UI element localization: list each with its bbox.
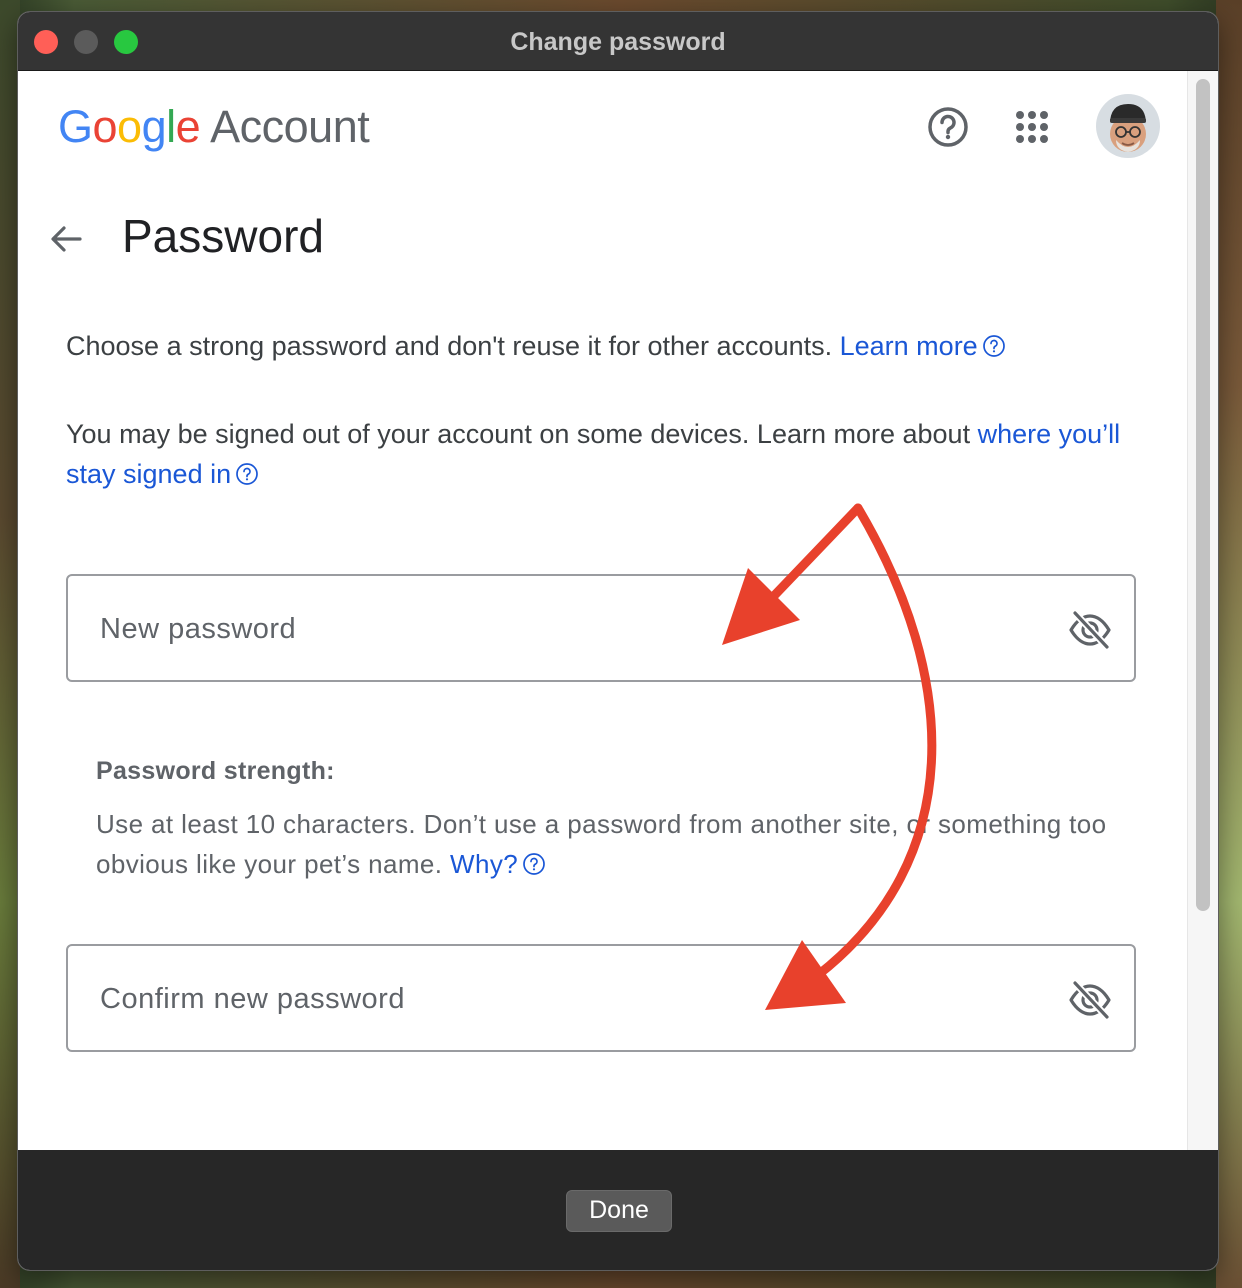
window-title: Change password — [510, 28, 726, 56]
user-avatar[interactable] — [1096, 94, 1160, 158]
window-titlebar: Change password — [18, 12, 1218, 71]
help-circle-small-icon — [236, 463, 258, 485]
learn-more-link-label: Learn more — [839, 331, 978, 361]
password-strength-text: Use at least 10 characters. Don’t use a … — [96, 809, 1107, 879]
memoji-avatar-icon — [1110, 104, 1146, 152]
why-link-label: Why? — [450, 849, 519, 879]
logo-letter: l — [166, 101, 176, 152]
signout-text: You may be signed out of your account on… — [66, 419, 971, 449]
help-circle-small-icon — [982, 335, 1005, 357]
password-strength-title: Password strength: — [96, 757, 335, 785]
scrollbar-thumb[interactable] — [1196, 79, 1210, 911]
help-circle-icon — [928, 107, 968, 147]
toggle-confirm-password-visibility-button[interactable] — [1068, 978, 1112, 1022]
password-strength-hint: Use at least 10 characters. Don’t use a … — [96, 804, 1136, 884]
desktop-background-left — [0, 0, 20, 1288]
intro-paragraph: Choose a strong password and don't reuse… — [66, 326, 1126, 366]
logo-letter: e — [175, 101, 201, 152]
confirm-password-field — [66, 944, 1136, 1052]
new-password-field — [66, 574, 1136, 682]
why-link[interactable]: Why? — [450, 849, 546, 879]
eye-off-icon — [1069, 979, 1111, 1021]
eye-off-icon — [1069, 609, 1111, 651]
page-title: Password — [122, 210, 324, 262]
help-button[interactable] — [926, 105, 970, 149]
logo-account-text: Account — [210, 101, 370, 152]
confirm-password-input[interactable] — [98, 976, 1022, 1022]
apps-grid-icon — [1016, 111, 1048, 143]
back-button[interactable] — [46, 219, 86, 259]
app-window: Change password Google Account Password … — [18, 12, 1218, 1270]
google-account-logo[interactable]: Google Account — [58, 101, 370, 153]
logo-letter: o — [117, 101, 142, 152]
done-button[interactable]: Done — [566, 1190, 672, 1232]
page-content: Google Account Password Choose a strong … — [18, 71, 1188, 1150]
desktop-background-right — [1216, 0, 1242, 1288]
vertical-scrollbar[interactable] — [1187, 71, 1218, 1150]
toggle-new-password-visibility-button[interactable] — [1068, 608, 1112, 652]
apps-button[interactable] — [1010, 105, 1054, 149]
signout-paragraph: You may be signed out of your account on… — [66, 414, 1126, 494]
learn-more-link[interactable]: Learn more — [840, 331, 1006, 361]
arrow-back-icon — [51, 226, 82, 252]
logo-letter: G — [58, 101, 93, 152]
logo-letter: o — [92, 101, 118, 152]
logo-letter: g — [141, 101, 167, 152]
new-password-input[interactable] — [98, 606, 1022, 652]
dialog-footer: Done — [18, 1150, 1218, 1270]
help-circle-small-icon — [523, 853, 545, 875]
intro-text: Choose a strong password and don't reuse… — [66, 331, 833, 361]
